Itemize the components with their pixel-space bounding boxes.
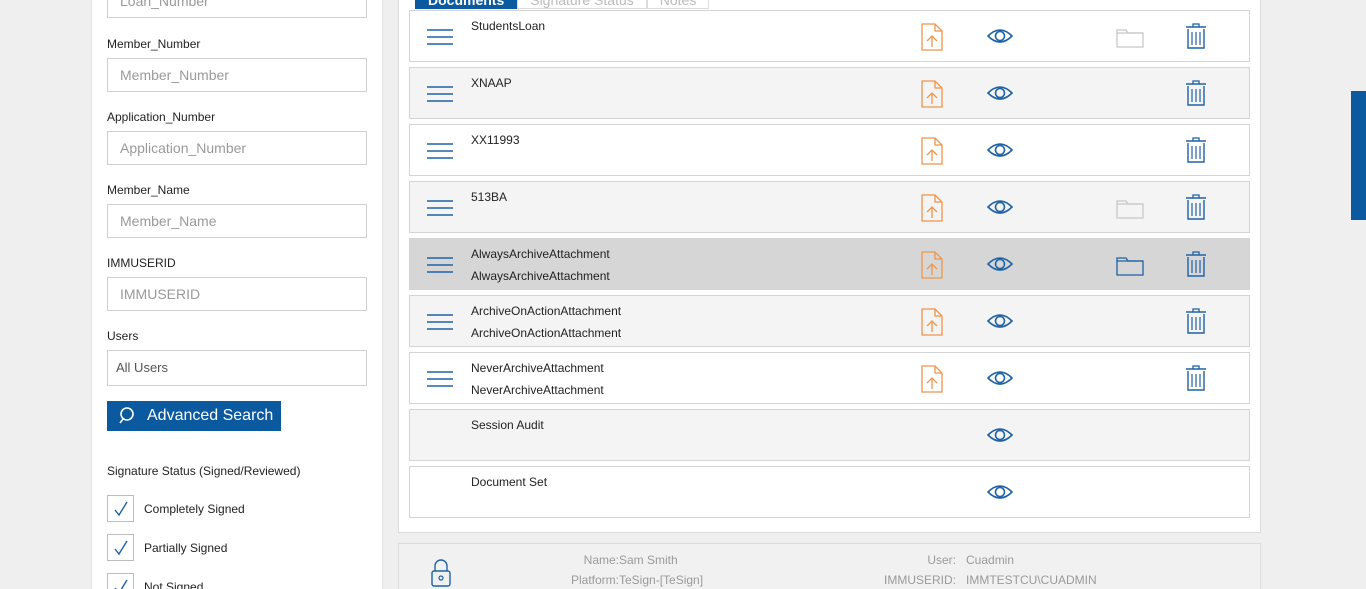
- completely-signed-option[interactable]: Completely Signed: [107, 495, 245, 522]
- member-name-input[interactable]: [107, 204, 367, 238]
- loan-number-input[interactable]: [107, 0, 367, 18]
- user-label: User:: [927, 553, 956, 567]
- not-signed-label: Not Signed: [144, 579, 204, 589]
- file-upload-icon[interactable]: [920, 79, 944, 109]
- file-upload-icon[interactable]: [920, 193, 944, 223]
- advanced-search-button[interactable]: Advanced Search: [107, 401, 281, 431]
- eye-icon[interactable]: [986, 424, 1014, 446]
- advanced-search-label: Advanced Search: [147, 407, 274, 424]
- name-value: Sam Smith: [619, 553, 678, 567]
- application-number-input[interactable]: [107, 131, 367, 165]
- hamburger-icon[interactable]: [426, 25, 454, 49]
- eye-icon[interactable]: [986, 25, 1014, 47]
- documents-panel: Documents Signature Status Notes Student…: [398, 0, 1261, 533]
- users-select[interactable]: All Users: [107, 350, 367, 386]
- hamburger-icon[interactable]: [426, 253, 454, 277]
- file-upload-icon[interactable]: [920, 364, 944, 394]
- trash-icon[interactable]: [1184, 307, 1208, 335]
- document-title: XNAAP: [471, 76, 512, 90]
- document-row[interactable]: XNAAP: [409, 67, 1250, 119]
- folder-icon: [1115, 196, 1145, 220]
- not-signed-option[interactable]: Not Signed: [107, 573, 203, 589]
- immuserid-label: IMMUSERID: [107, 256, 176, 270]
- check-icon: [113, 501, 128, 516]
- document-title: AlwaysArchiveAttachment: [471, 247, 610, 261]
- document-row[interactable]: AlwaysArchiveAttachment AlwaysArchiveAtta…: [409, 238, 1250, 290]
- completely-signed-label: Completely Signed: [144, 501, 245, 516]
- tab-notes[interactable]: Notes: [646, 0, 710, 9]
- user-value: Cuadmin: [966, 553, 1015, 567]
- document-title: StudentsLoan: [471, 19, 546, 33]
- partially-signed-checkbox[interactable]: [107, 534, 134, 561]
- side-drawer-tab[interactable]: [1351, 91, 1366, 220]
- name-label: Name:: [583, 553, 619, 567]
- eye-icon[interactable]: [986, 82, 1014, 104]
- immuserid-input[interactable]: [107, 277, 367, 311]
- application-number-label: Application_Number: [107, 110, 216, 124]
- trash-icon[interactable]: [1184, 193, 1208, 221]
- document-row[interactable]: Document Set: [409, 466, 1250, 518]
- trash-icon[interactable]: [1184, 22, 1208, 50]
- tab-bar: Documents Signature Status Notes: [415, 0, 710, 9]
- not-signed-checkbox[interactable]: [107, 573, 134, 589]
- tab-documents[interactable]: Documents: [415, 0, 518, 9]
- document-row[interactable]: StudentsLoan: [409, 10, 1250, 62]
- member-number-label: Member_Number: [107, 37, 201, 51]
- platform-label: Platform:: [570, 573, 619, 587]
- document-row[interactable]: NeverArchiveAttachment NeverArchiveAttach…: [409, 352, 1250, 404]
- document-title: 513BA: [471, 190, 508, 204]
- member-name-label: Member_Name: [107, 183, 190, 197]
- document-subtitle: NeverArchiveAttachment: [471, 383, 604, 397]
- file-upload-icon[interactable]: [920, 307, 944, 337]
- filter-panel: Member_Number Application_Number Member_…: [91, 0, 383, 589]
- trash-icon[interactable]: [1184, 250, 1208, 278]
- document-title: ArchiveOnActionAttachment: [471, 304, 622, 318]
- document-subtitle: ArchiveOnActionAttachment: [471, 326, 622, 340]
- folder-icon[interactable]: [1115, 253, 1145, 277]
- trash-icon[interactable]: [1184, 364, 1208, 392]
- member-number-input[interactable]: [107, 58, 367, 92]
- hamburger-icon[interactable]: [426, 196, 454, 220]
- session-info-panel: Name: Sam Smith Platform: TeSign-[TeSign…: [398, 543, 1261, 589]
- document-title: Document Set: [471, 475, 548, 489]
- platform-value: TeSign-[TeSign]: [619, 573, 704, 587]
- eye-icon[interactable]: [986, 253, 1014, 275]
- folder-icon: [1115, 25, 1145, 49]
- partially-signed-option[interactable]: Partially Signed: [107, 534, 227, 561]
- eye-icon[interactable]: [986, 481, 1014, 503]
- hamburger-icon[interactable]: [426, 82, 454, 106]
- document-row[interactable]: 513BA: [409, 181, 1250, 233]
- immuserid-info-label: IMMUSERID:: [884, 573, 956, 587]
- hamburger-icon[interactable]: [426, 310, 454, 334]
- eye-icon[interactable]: [986, 196, 1014, 218]
- document-title: XX11993: [471, 133, 520, 147]
- trash-icon[interactable]: [1184, 136, 1208, 164]
- partially-signed-label: Partially Signed: [144, 540, 228, 555]
- signature-status-title: Signature Status (Signed/Reviewed): [107, 464, 301, 478]
- hamburger-icon[interactable]: [426, 367, 454, 391]
- immuserid-info-value: IMMTESTCU\CUADMIN: [966, 573, 1097, 587]
- completely-signed-checkbox[interactable]: [107, 495, 134, 522]
- file-upload-icon[interactable]: [920, 136, 944, 166]
- lock-icon: [431, 559, 451, 587]
- tab-signature-status[interactable]: Signature Status: [517, 0, 647, 9]
- document-subtitle: AlwaysArchiveAttachment: [471, 269, 610, 283]
- users-label: Users: [107, 329, 139, 343]
- document-row[interactable]: ArchiveOnActionAttachment ArchiveOnAction…: [409, 295, 1250, 347]
- document-row[interactable]: Session Audit: [409, 409, 1250, 461]
- file-upload-icon[interactable]: [920, 22, 944, 52]
- hamburger-icon[interactable]: [426, 139, 454, 163]
- check-icon: [113, 579, 128, 589]
- check-icon: [113, 540, 128, 555]
- eye-icon[interactable]: [986, 367, 1014, 389]
- trash-icon[interactable]: [1184, 79, 1208, 107]
- search-icon: [119, 407, 134, 424]
- eye-icon[interactable]: [986, 310, 1014, 332]
- document-title: NeverArchiveAttachment: [471, 361, 604, 375]
- eye-icon[interactable]: [986, 139, 1014, 161]
- document-row[interactable]: XX11993: [409, 124, 1250, 176]
- file-upload-icon[interactable]: [920, 250, 944, 280]
- document-title: Session Audit: [471, 418, 544, 432]
